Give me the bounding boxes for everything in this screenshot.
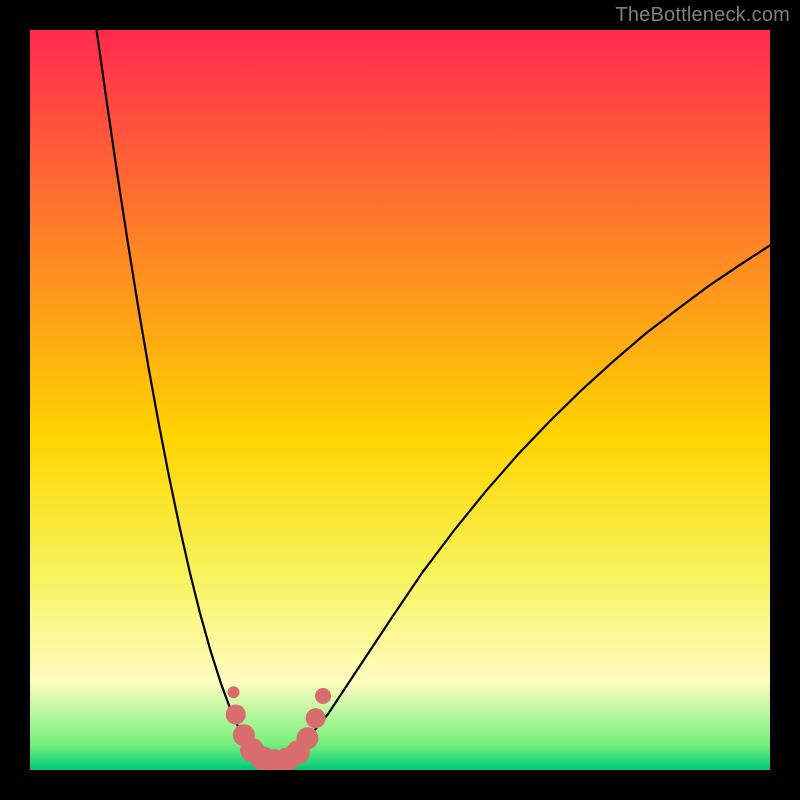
gradient-background: [30, 30, 770, 770]
chart-frame: TheBottleneck.com: [0, 0, 800, 800]
chart-svg: [30, 30, 770, 770]
plot-area: [30, 30, 770, 770]
valley-marker: [228, 686, 240, 698]
valley-marker: [297, 727, 319, 749]
valley-marker: [306, 708, 326, 728]
watermark-text: TheBottleneck.com: [615, 4, 790, 27]
valley-marker: [226, 705, 246, 725]
valley-marker: [315, 688, 331, 704]
